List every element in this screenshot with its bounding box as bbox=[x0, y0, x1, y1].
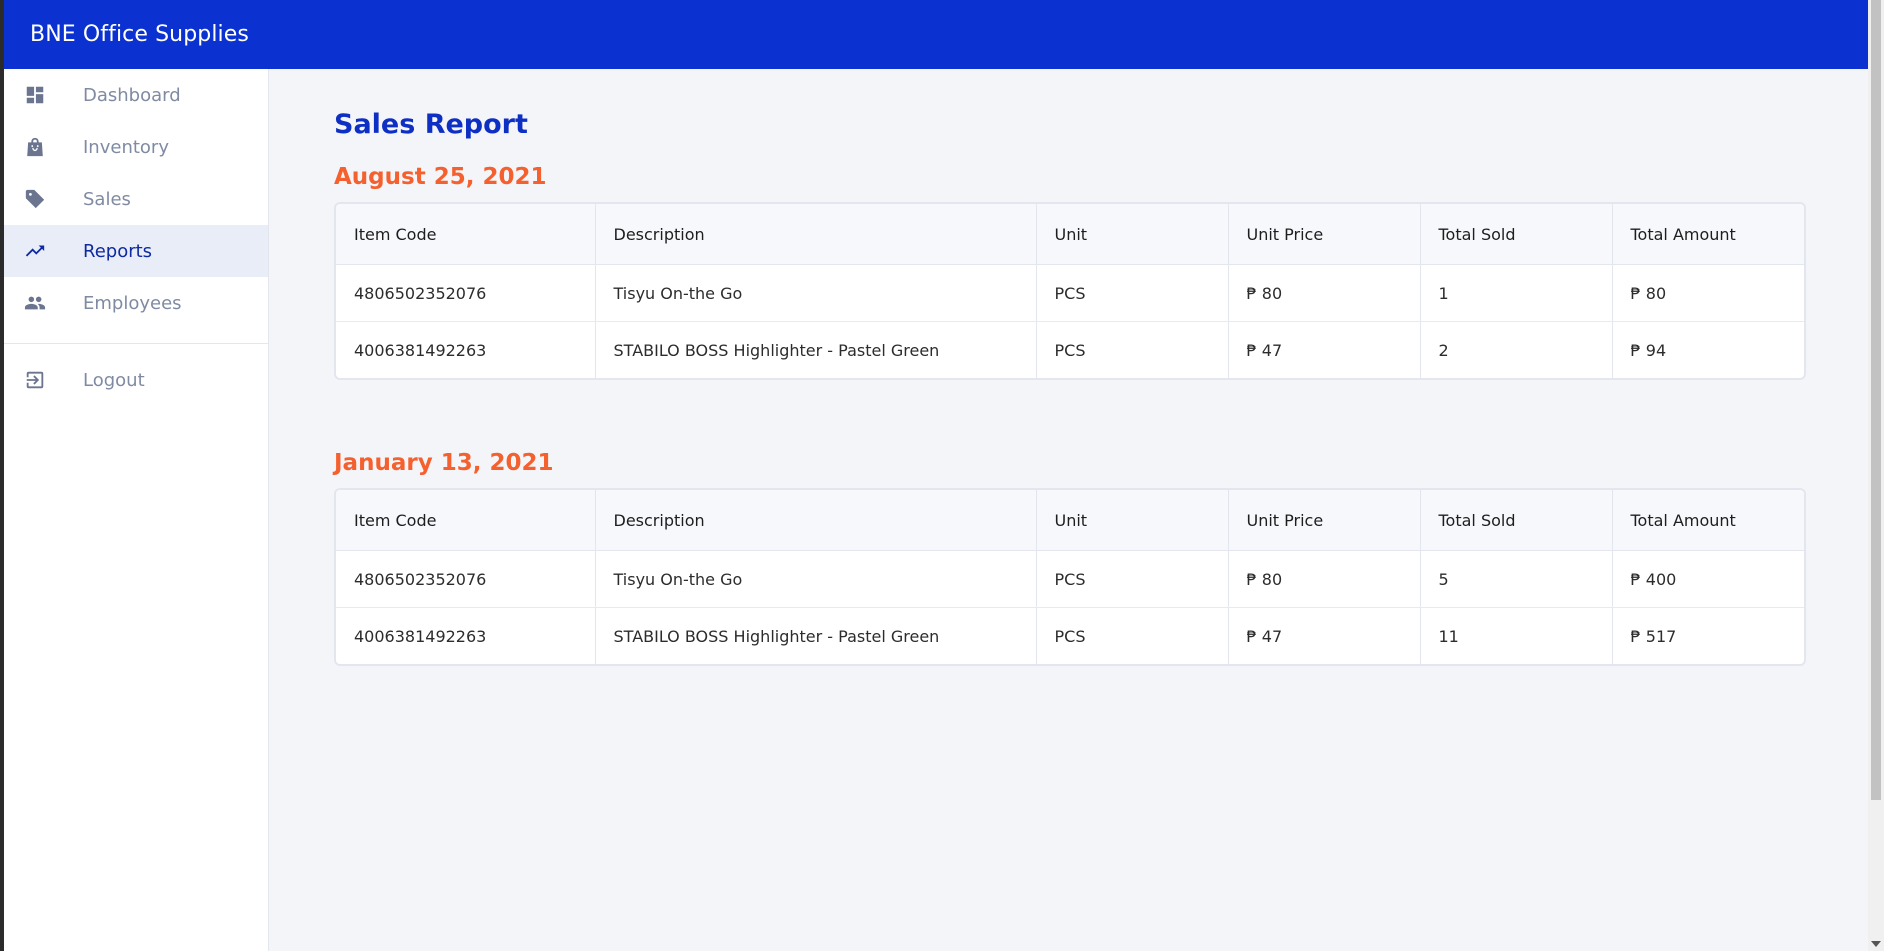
tag-icon bbox=[24, 188, 46, 210]
column-header-unit: Unit bbox=[1036, 490, 1229, 551]
column-header-description: Description bbox=[595, 490, 1037, 551]
cell-unit-price: ₱ 47 bbox=[1228, 321, 1421, 378]
sidebar-item-label: Sales bbox=[83, 188, 131, 210]
column-header-total-sold: Total Sold bbox=[1420, 490, 1613, 551]
cell-total-sold: 11 bbox=[1420, 607, 1613, 664]
table-header-row: Item Code Description Unit Unit Price To… bbox=[336, 490, 1804, 551]
cell-item-code: 4806502352076 bbox=[336, 550, 596, 608]
cell-description: Tisyu On-the Go bbox=[595, 550, 1037, 608]
page-title: Sales Report bbox=[334, 109, 528, 140]
cell-item-code: 4806502352076 bbox=[336, 264, 596, 322]
logout-icon bbox=[24, 369, 46, 391]
cell-description: Tisyu On-the Go bbox=[595, 264, 1037, 322]
column-header-unit: Unit bbox=[1036, 204, 1229, 265]
cell-total-sold: 2 bbox=[1420, 321, 1613, 378]
scroll-down-arrow-icon[interactable] bbox=[1871, 941, 1881, 947]
cell-total-amount: ₱ 80 bbox=[1612, 264, 1804, 322]
sidebar-item-inventory[interactable]: Inventory bbox=[4, 121, 268, 173]
sidebar-item-label: Dashboard bbox=[83, 84, 181, 106]
column-header-unit-price: Unit Price bbox=[1228, 204, 1421, 265]
cell-item-code: 4006381492263 bbox=[336, 607, 596, 664]
cell-total-sold: 5 bbox=[1420, 550, 1613, 608]
table-row: 4806502352076 Tisyu On-the Go PCS ₱ 80 1… bbox=[336, 264, 1804, 322]
column-header-total-amount: Total Amount bbox=[1612, 490, 1804, 551]
cell-unit: PCS bbox=[1036, 550, 1229, 608]
cell-total-amount: ₱ 94 bbox=[1630, 340, 1667, 360]
cell-unit: PCS bbox=[1036, 607, 1229, 664]
people-icon bbox=[24, 292, 46, 314]
report-date: January 13, 2021 bbox=[334, 450, 554, 476]
cell-total-amount: ₱ 517 bbox=[1630, 626, 1677, 646]
column-header-item-code: Item Code bbox=[336, 490, 596, 551]
logout-button[interactable]: Logout bbox=[4, 354, 268, 406]
column-header-unit-price: Unit Price bbox=[1228, 490, 1421, 551]
sales-table: Item Code Description Unit Unit Price To… bbox=[334, 202, 1806, 380]
scrollbar-thumb[interactable] bbox=[1871, 0, 1881, 800]
column-header-total-amount: Total Amount bbox=[1612, 204, 1804, 265]
sidebar: Dashboard Inventory Sales Reports Employ… bbox=[4, 69, 269, 951]
sidebar-item-reports[interactable]: Reports bbox=[4, 225, 268, 277]
logout-label: Logout bbox=[83, 369, 145, 391]
sidebar-item-label: Inventory bbox=[83, 136, 169, 158]
top-header: BNE Office Supplies bbox=[4, 0, 1868, 69]
cell-unit: PCS bbox=[1036, 264, 1229, 322]
trending-up-icon bbox=[24, 240, 46, 262]
table-header-row: Item Code Description Unit Unit Price To… bbox=[336, 204, 1804, 265]
column-header-item-code: Item Code bbox=[336, 204, 596, 265]
main-content: Sales Report August 25, 2021 Item Code D… bbox=[334, 69, 1806, 666]
cell-unit-price: ₱ 80 bbox=[1228, 550, 1421, 608]
vertical-scrollbar[interactable] bbox=[1868, 0, 1884, 951]
sales-table: Item Code Description Unit Unit Price To… bbox=[334, 488, 1806, 666]
sidebar-item-dashboard[interactable]: Dashboard bbox=[4, 69, 268, 121]
column-header-total-sold: Total Sold bbox=[1420, 204, 1613, 265]
cell-unit: PCS bbox=[1036, 321, 1229, 378]
shopping-bag-icon bbox=[24, 136, 46, 158]
table-row: 4806502352076 Tisyu On-the Go PCS ₱ 80 5… bbox=[336, 550, 1804, 608]
sidebar-item-sales[interactable]: Sales bbox=[4, 173, 268, 225]
cell-description: STABILO BOSS Highlighter - Pastel Green bbox=[595, 321, 1037, 378]
cell-item-code: 4006381492263 bbox=[336, 321, 596, 378]
sidebar-item-label: Employees bbox=[83, 292, 182, 314]
sidebar-item-employees[interactable]: Employees bbox=[4, 277, 268, 329]
sidebar-divider bbox=[4, 343, 268, 344]
table-row: 4006381492263 STABILO BOSS Highlighter -… bbox=[336, 607, 1804, 664]
cell-total-amount: ₱ 400 bbox=[1612, 550, 1804, 608]
brand-title: BNE Office Supplies bbox=[30, 22, 249, 47]
column-header-description: Description bbox=[595, 204, 1037, 265]
cell-unit-price: ₱ 80 bbox=[1228, 264, 1421, 322]
cell-description: STABILO BOSS Highlighter - Pastel Green bbox=[595, 607, 1037, 664]
dashboard-icon bbox=[24, 84, 46, 106]
sidebar-item-label: Reports bbox=[83, 240, 153, 262]
table-row: 4006381492263 STABILO BOSS Highlighter -… bbox=[336, 321, 1804, 378]
cell-unit-price: ₱ 47 bbox=[1228, 607, 1421, 664]
report-date: August 25, 2021 bbox=[334, 164, 547, 190]
cell-total-sold: 1 bbox=[1420, 264, 1613, 322]
